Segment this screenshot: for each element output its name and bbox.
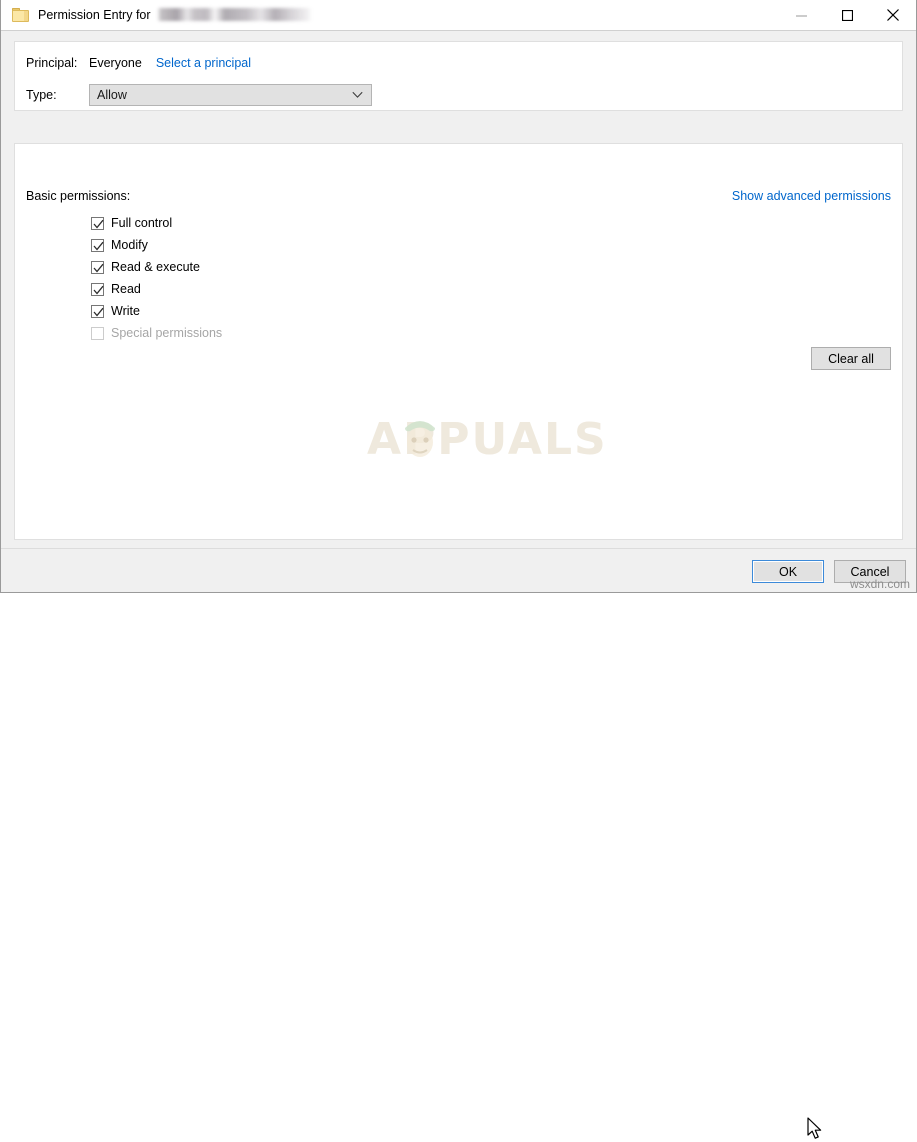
maximize-icon: [841, 9, 853, 21]
mouse-cursor-icon: [807, 1117, 822, 1139]
type-label: Type:: [26, 88, 57, 102]
checkmark-icon: [93, 263, 104, 273]
checkbox-special-permissions: [91, 326, 104, 340]
site-watermark: wsxdn.com: [849, 577, 910, 591]
window-title-prefix: Permission Entry for: [38, 7, 151, 22]
maximize-button[interactable]: [824, 0, 870, 31]
permission-item-read-execute[interactable]: Read & execute: [91, 256, 222, 278]
close-icon: [887, 9, 899, 21]
folder-icon: [12, 8, 29, 22]
basic-permissions-label: Basic permissions:: [26, 189, 131, 203]
type-dropdown-value: Allow: [97, 88, 127, 102]
permission-item-read[interactable]: Read: [91, 278, 222, 300]
principal-panel: Principal: Everyone Select a principal T…: [14, 41, 903, 111]
permission-label: Full control: [111, 216, 173, 230]
ok-button[interactable]: OK: [752, 560, 824, 583]
window-controls: [778, 0, 916, 31]
checkbox-full-control[interactable]: [91, 216, 104, 230]
permission-label: Special permissions: [111, 326, 223, 340]
permission-item-write[interactable]: Write: [91, 300, 222, 322]
clear-all-button[interactable]: Clear all: [811, 347, 891, 370]
permission-label: Write: [111, 304, 140, 318]
minimize-icon: [795, 15, 807, 16]
checkbox-modify[interactable]: [91, 238, 104, 252]
checkbox-read[interactable]: [91, 282, 104, 296]
principal-value: Everyone: [89, 56, 142, 70]
title-bar[interactable]: Permission Entry for: [1, 0, 916, 31]
permission-label: Read & execute: [111, 260, 200, 274]
watermark-text: APPUALS: [367, 414, 608, 465]
checkmark-icon: [93, 285, 104, 295]
window-title: Permission Entry for: [38, 8, 312, 22]
appuals-watermark: APPUALS: [367, 412, 606, 468]
minimize-button[interactable]: [778, 0, 824, 31]
close-button[interactable]: [870, 0, 916, 31]
chevron-down-icon: [352, 91, 363, 98]
show-advanced-permissions-link[interactable]: Show advanced permissions: [732, 189, 891, 203]
checkmark-icon: [93, 307, 104, 317]
window-title-redacted-path: [156, 8, 312, 22]
type-row: Type: Allow: [26, 84, 372, 106]
permission-item-special-permissions: Special permissions: [91, 322, 222, 344]
permission-label: Read: [111, 282, 141, 296]
appuals-mascot-icon: [405, 421, 435, 457]
checkmark-icon: [93, 219, 104, 229]
checkbox-read-execute[interactable]: [91, 260, 104, 274]
type-dropdown[interactable]: Allow: [89, 84, 372, 106]
principal-row: Principal: Everyone Select a principal: [26, 56, 251, 70]
checkmark-icon: [93, 241, 104, 251]
select-a-principal-link[interactable]: Select a principal: [156, 56, 251, 70]
permission-item-modify[interactable]: Modify: [91, 234, 222, 256]
principal-label: Principal:: [26, 56, 78, 70]
permission-label: Modify: [111, 238, 148, 252]
permission-item-full-control[interactable]: Full control: [91, 212, 222, 234]
permission-entry-dialog: Permission Entry for Principal: Everyone…: [0, 0, 917, 1139]
dialog-body: Principal: Everyone Select a principal T…: [1, 31, 916, 548]
dialog-footer: OK Cancel wsxdn.com: [1, 548, 916, 1139]
checkbox-write[interactable]: [91, 304, 104, 318]
basic-permissions-list: Full control Modify Read & execute Read …: [91, 212, 222, 344]
permissions-panel: Basic permissions: Show advanced permiss…: [14, 143, 903, 540]
